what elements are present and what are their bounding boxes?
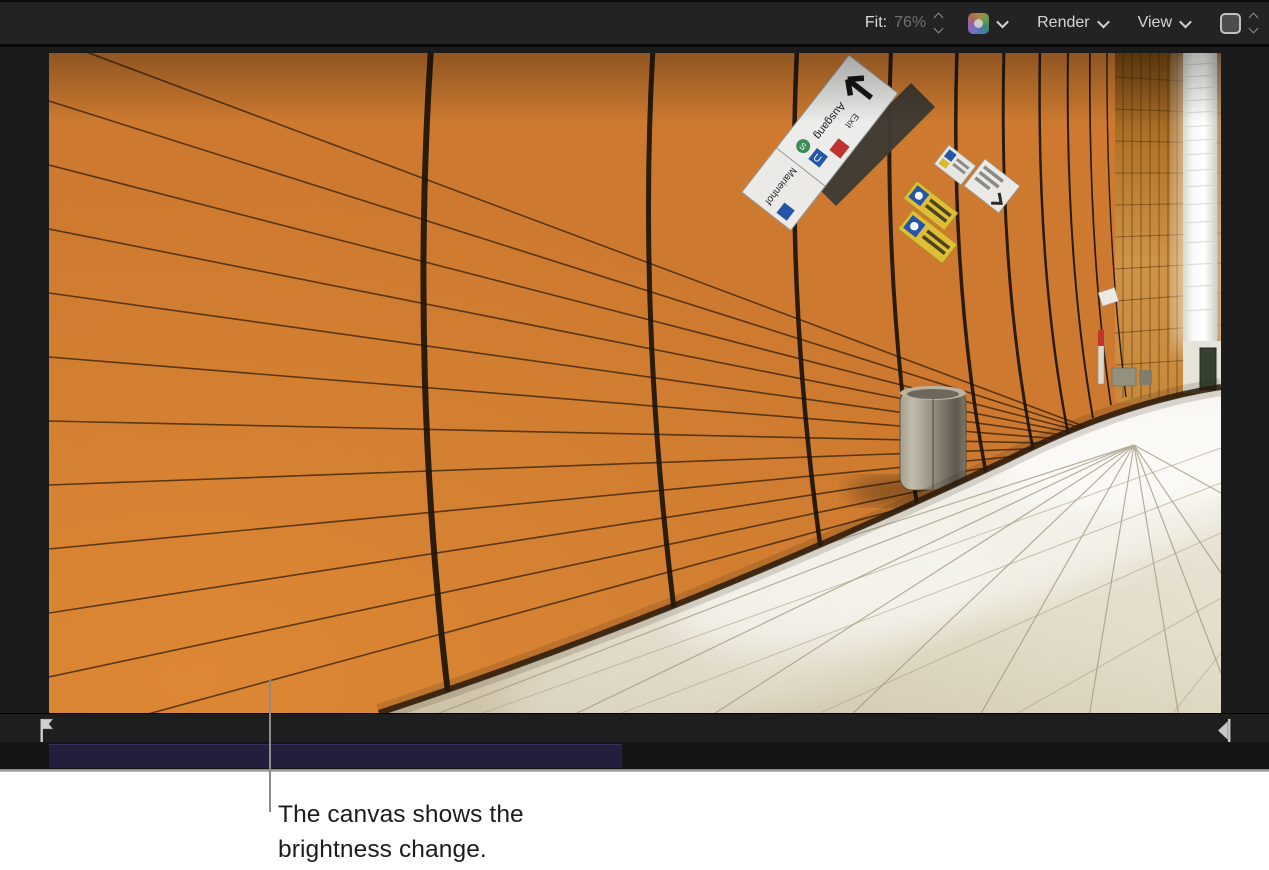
caption-line-2: brightness change. xyxy=(278,832,524,867)
color-channel-control[interactable] xyxy=(968,13,1007,34)
render-menu[interactable]: Render xyxy=(1037,14,1107,32)
timeline-render-row[interactable] xyxy=(0,742,1269,769)
canvas-toolbar: Fit: 76% Render View xyxy=(0,0,1269,47)
zoom-value: 76% xyxy=(894,14,926,32)
canvas-area: Ausgang Exit S U Marienhof xyxy=(0,47,1269,713)
zoom-fit-control[interactable]: Fit: 76% xyxy=(865,13,942,33)
panel-bottom-edge xyxy=(0,769,1269,772)
timeline-marker-row xyxy=(0,713,1269,742)
view-label: View xyxy=(1138,14,1172,32)
callout-line xyxy=(269,680,271,812)
toolbar-right-cluster: Fit: 76% Render View xyxy=(865,2,1257,44)
chevron-down-icon xyxy=(996,15,1009,28)
chevron-down-icon xyxy=(1097,15,1110,28)
color-swatch-icon xyxy=(968,13,989,34)
chevron-down-icon xyxy=(1179,15,1192,28)
caption: The canvas shows the brightness change. xyxy=(278,797,524,867)
fit-label: Fit: xyxy=(865,14,887,32)
display-icon xyxy=(1220,13,1241,34)
zoom-stepper-icon[interactable] xyxy=(935,13,942,33)
display-control[interactable] xyxy=(1220,13,1257,34)
render-progress-bar xyxy=(49,744,622,768)
display-stepper-icon xyxy=(1250,13,1257,33)
view-menu[interactable]: View xyxy=(1138,14,1190,32)
canvas-photo[interactable]: Ausgang Exit S U Marienhof xyxy=(49,53,1221,713)
caption-line-1: The canvas shows the xyxy=(278,797,524,832)
tunnel-photo-graphic: Ausgang Exit S U Marienhof xyxy=(49,53,1221,713)
render-label: Render xyxy=(1037,14,1089,32)
